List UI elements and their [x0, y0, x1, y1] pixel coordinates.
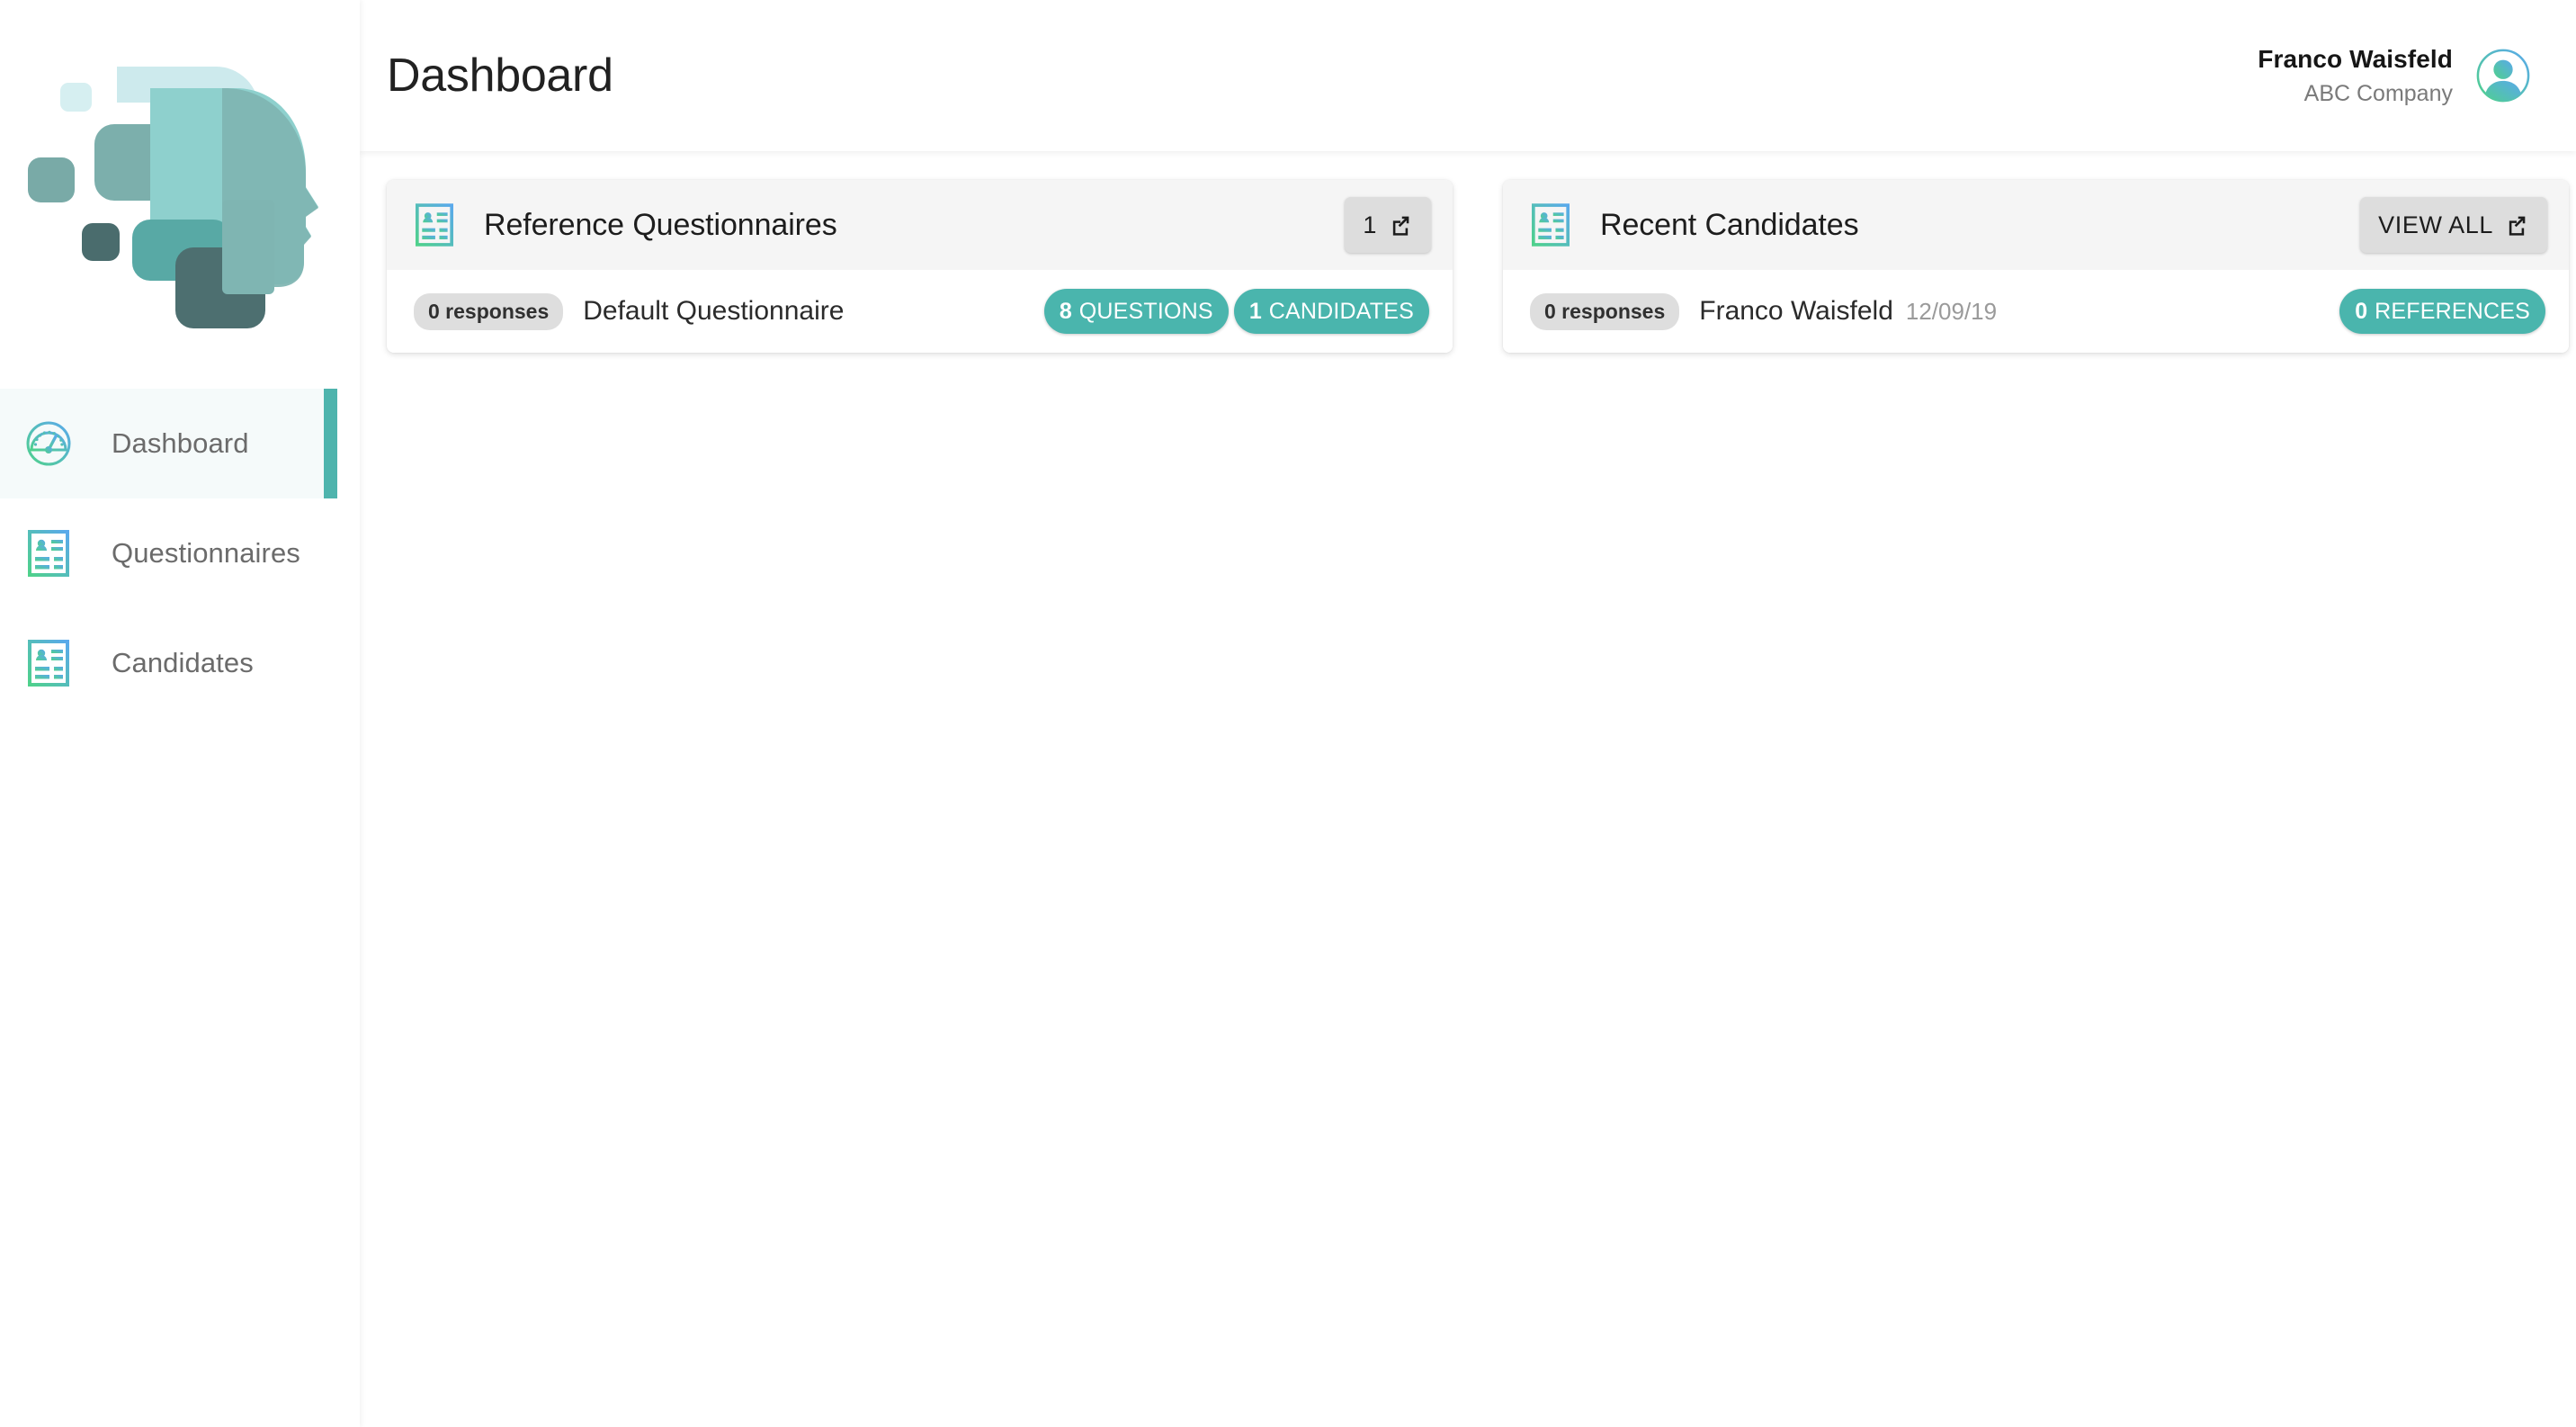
dashboard-content: Reference Questionnaires 1 0 responses D…	[360, 151, 2576, 353]
badge-label: CANDIDATES	[1268, 298, 1414, 324]
badge-number: 8	[1059, 298, 1072, 324]
sidebar-item-candidates[interactable]: Candidates	[0, 608, 360, 718]
candidates-badge[interactable]: 1 CANDIDATES	[1233, 289, 1429, 334]
user-text: Franco Waisfeld ABC Company	[2258, 43, 2453, 108]
badge-label: REFERENCES	[2375, 298, 2530, 324]
sidebar-item-label: Questionnaires	[112, 537, 300, 569]
card-title: Reference Questionnaires	[484, 207, 837, 242]
sidebar-item-dashboard[interactable]: Dashboard	[0, 389, 337, 498]
sidebar-item-label: Candidates	[112, 647, 254, 678]
view-all-button[interactable]: VIEW ALL	[2360, 197, 2547, 253]
id-card-icon	[23, 528, 74, 579]
card-row[interactable]: 0 responses Franco Waisfeld 12/09/19 0 R…	[1503, 270, 2569, 353]
id-card-icon	[1530, 202, 1571, 247]
sidebar-item-questionnaires[interactable]: Questionnaires	[0, 498, 360, 608]
brand-logo[interactable]	[7, 7, 358, 381]
user-company: ABC Company	[2303, 80, 2453, 106]
button-label: 1	[1363, 211, 1377, 238]
references-badge[interactable]: 0 REFERENCES	[2339, 289, 2545, 334]
questionnaires-count-button[interactable]: 1	[1345, 197, 1431, 253]
page-title: Dashboard	[387, 49, 613, 102]
candidate-name: Franco Waisfeld	[1699, 296, 1893, 326]
top-header: Dashboard Franco Waisfeld ABC Company	[360, 0, 2576, 151]
card-recent-candidates: Recent Candidates VIEW ALL 0 responses F…	[1503, 180, 2569, 353]
card-row[interactable]: 0 responses Default Questionnaire 8 QUES…	[387, 270, 1453, 353]
candidate-date: 12/09/19	[1905, 297, 1998, 325]
external-link-icon	[2509, 216, 2526, 236]
user-profile[interactable]: Franco Waisfeld ABC Company	[2258, 43, 2531, 108]
speedometer-icon	[23, 418, 74, 469]
external-link-icon	[1392, 216, 1409, 236]
sidebar: Dashboard Questionnaires Candidates	[0, 0, 360, 1427]
card-title: Recent Candidates	[1600, 207, 1859, 242]
card-reference-questionnaires: Reference Questionnaires 1 0 responses D…	[387, 180, 1453, 353]
main-area: Dashboard Franco Waisfeld ABC Company Re…	[360, 0, 2576, 1427]
card-header: Reference Questionnaires 1	[387, 180, 1453, 270]
id-card-icon	[414, 202, 455, 247]
badge-group: 8 QUESTIONS 1 CANDIDATES	[1043, 289, 1429, 334]
user-name: Franco Waisfeld	[2258, 44, 2453, 73]
button-label: VIEW ALL	[2378, 211, 2493, 238]
badge-label: QUESTIONS	[1078, 298, 1213, 324]
badge-number: 1	[1248, 298, 1262, 324]
card-header: Recent Candidates VIEW ALL	[1503, 180, 2569, 270]
sidebar-nav: Dashboard Questionnaires Candidates	[0, 389, 360, 718]
responses-chip: 0 responses	[1530, 292, 1680, 330]
head-profile-logo-icon	[28, 66, 318, 328]
badge-group: 0 REFERENCES	[2339, 289, 2545, 334]
badge-number: 0	[2355, 298, 2368, 324]
sidebar-item-label: Dashboard	[112, 427, 249, 459]
responses-chip: 0 responses	[414, 292, 564, 330]
app-root: Dashboard Questionnaires Candidates Dash…	[0, 0, 2576, 1427]
id-card-icon	[23, 638, 74, 688]
questionnaire-name: Default Questionnaire	[583, 296, 845, 326]
user-avatar-icon[interactable]	[2475, 48, 2531, 103]
questions-badge[interactable]: 8 QUESTIONS	[1043, 289, 1229, 334]
